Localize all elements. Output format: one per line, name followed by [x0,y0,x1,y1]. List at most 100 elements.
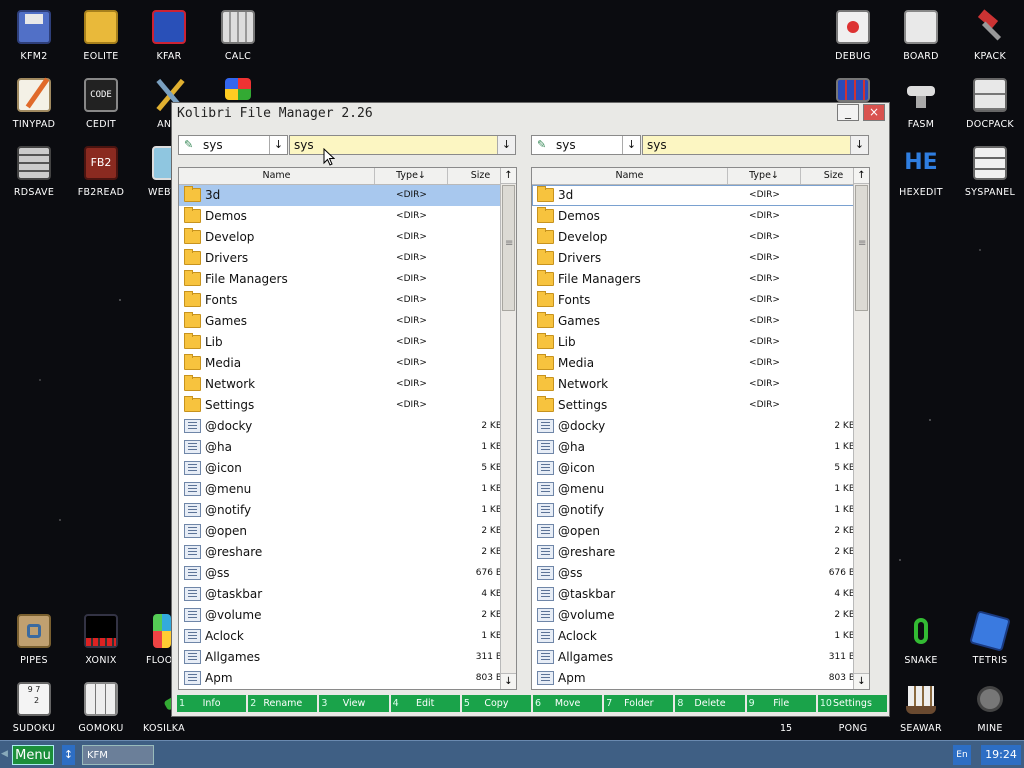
desktop-icon-tinypad[interactable]: TINYPAD [0,72,68,136]
left-drive-select[interactable]: ✎ sys ↓ [178,135,288,155]
scroll-up-icon[interactable]: ↑ [854,168,869,184]
file-row[interactable]: Aclock 1 KB [179,626,514,647]
file-row[interactable]: @reshare 2 KB [532,542,867,563]
file-row[interactable]: @ss 676 B [179,563,514,584]
file-row[interactable]: Develop <DIR> [532,227,867,248]
language-indicator[interactable]: En [953,745,971,765]
fkey-view-button[interactable]: 3 View [319,695,389,712]
file-row[interactable]: @open 2 KB [179,521,514,542]
right-drive-select[interactable]: ✎ sys ↓ [531,135,641,155]
file-row[interactable]: Allgames 311 B [532,647,867,668]
fkey-settings-button[interactable]: 10 Settings [817,695,888,712]
scroll-thumb[interactable] [502,185,515,311]
desktop-icon-seawar[interactable]: SEAWAR [887,676,955,740]
file-row[interactable]: @icon 5 KB [532,458,867,479]
file-row[interactable]: File Managers <DIR> [532,269,867,290]
fkey-edit-button[interactable]: 4 Edit [390,695,460,712]
desktop-icon-tetris[interactable]: TETRIS [956,608,1024,672]
taskbar-item-kfm[interactable]: KFM [82,745,154,765]
scroll-down-icon[interactable]: ↓ [501,673,516,689]
file-row[interactable]: @notify 1 KB [532,500,867,521]
file-row[interactable]: Lib <DIR> [532,332,867,353]
desktop-icon-xonix[interactable]: XONIX [67,608,135,672]
start-menu-button[interactable]: Menu [12,745,54,765]
desktop-icon-hexedit[interactable]: HE HEXEDIT [887,140,955,204]
left-scrollbar[interactable]: ↑ ↓ [500,168,516,689]
file-row[interactable]: @open 2 KB [532,521,867,542]
file-row[interactable]: @volume 2 KB [532,605,867,626]
scroll-down-icon[interactable]: ↓ [854,673,869,689]
right-file-list[interactable]: Name Type↓ Size 3d <DIR> Demos <DIR> Develop… [531,167,870,690]
fkey-delete-button[interactable]: 8 Delete [675,695,745,712]
scroll-thumb[interactable] [855,185,868,311]
desktop-icon-mine[interactable]: MINE [956,676,1024,740]
left-file-list[interactable]: Name Type↓ Size 3d <DIR> Demos <DIR> Develop… [178,167,517,690]
file-row[interactable]: @docky 2 KB [532,416,867,437]
column-name-header[interactable]: Name [179,168,375,184]
window-titlebar[interactable]: Kolibri File Manager 2.26 _ × [172,103,889,125]
desktop-icon-board[interactable]: BOARD [887,4,955,68]
clock[interactable]: 19:24 [981,745,1021,765]
file-row[interactable]: @ss 676 B [532,563,867,584]
desktop-icon-gomoku[interactable]: GOMOKU [67,676,135,740]
desktop-icon-calc[interactable]: CALC [204,4,272,68]
right-path-field[interactable]: sys ↓ [642,135,869,155]
file-row[interactable]: File Managers <DIR> [179,269,514,290]
fkey-move-button[interactable]: 6 Move [533,695,603,712]
file-row[interactable]: Apm 803 B [179,668,514,689]
file-row[interactable]: Network <DIR> [179,374,514,395]
file-row[interactable]: Develop <DIR> [179,227,514,248]
right-scrollbar[interactable]: ↑ ↓ [853,168,869,689]
fkey-rename-button[interactable]: 2 Rename [248,695,318,712]
file-row[interactable]: @taskbar 4 KB [532,584,867,605]
file-row[interactable]: Allgames 311 B [179,647,514,668]
desktop-icon-docpack[interactable]: DOCPACK [956,72,1024,136]
desktop-icon-debug[interactable]: DEBUG [819,4,887,68]
chevron-down-icon[interactable]: ↓ [622,136,640,154]
minimize-button[interactable]: _ [837,104,859,121]
desktop-icon-eolite[interactable]: EOLITE [67,4,135,68]
fkey-info-button[interactable]: 1 Info [177,695,247,712]
file-row[interactable]: Network <DIR> [532,374,867,395]
column-type-header[interactable]: Type↓ [728,168,801,184]
file-row[interactable]: @docky 2 KB [179,416,514,437]
file-row[interactable]: Demos <DIR> [179,206,514,227]
desktop-icon-rdsave[interactable]: RDSAVE [0,140,68,204]
file-row[interactable]: @menu 1 KB [179,479,514,500]
close-button[interactable]: × [863,104,885,121]
file-row[interactable]: Settings <DIR> [532,395,867,416]
chevron-down-icon[interactable]: ↓ [850,136,868,154]
file-row[interactable]: @icon 5 KB [179,458,514,479]
file-row[interactable]: Apm 803 B [532,668,867,689]
chevron-down-icon[interactable]: ↓ [497,136,515,154]
desktop-icon-kpack[interactable]: KPACK [956,4,1024,68]
file-row[interactable]: @menu 1 KB [532,479,867,500]
file-row[interactable]: Media <DIR> [179,353,514,374]
file-row[interactable]: Drivers <DIR> [179,248,514,269]
file-row[interactable]: @notify 1 KB [179,500,514,521]
desktop-icon-syspanel[interactable]: SYSPANEL [956,140,1024,204]
file-row[interactable]: Settings <DIR> [179,395,514,416]
file-row[interactable]: @taskbar 4 KB [179,584,514,605]
toggle-icon[interactable]: ↕ [62,745,75,765]
taskbar-left-arrow-icon[interactable]: ◀ [1,749,8,759]
file-row[interactable]: Games <DIR> [179,311,514,332]
fkey-copy-button[interactable]: 5 Copy [461,695,532,712]
file-row[interactable]: Fonts <DIR> [532,290,867,311]
column-name-header[interactable]: Name [532,168,728,184]
file-row[interactable]: @ha 1 KB [179,437,514,458]
file-row[interactable]: Lib <DIR> [179,332,514,353]
file-row[interactable]: 3d <DIR> [179,185,514,206]
file-row[interactable]: Aclock 1 KB [532,626,867,647]
file-row[interactable]: Fonts <DIR> [179,290,514,311]
file-row[interactable]: @volume 2 KB [179,605,514,626]
desktop-icon-kfar[interactable]: KFAR [135,4,203,68]
desktop-icon-cedit[interactable]: CODE CEDIT [67,72,135,136]
desktop-icon-snake[interactable]: SNAKE [887,608,955,672]
scroll-up-icon[interactable]: ↑ [501,168,516,184]
file-row[interactable]: Media <DIR> [532,353,867,374]
desktop-icon-sudoku[interactable]: 9 7 2 SUDOKU [0,676,68,740]
file-row[interactable]: @reshare 2 KB [179,542,514,563]
file-row[interactable]: @ha 1 KB [532,437,867,458]
desktop-icon-fb2read[interactable]: FB2 FB2READ [67,140,135,204]
